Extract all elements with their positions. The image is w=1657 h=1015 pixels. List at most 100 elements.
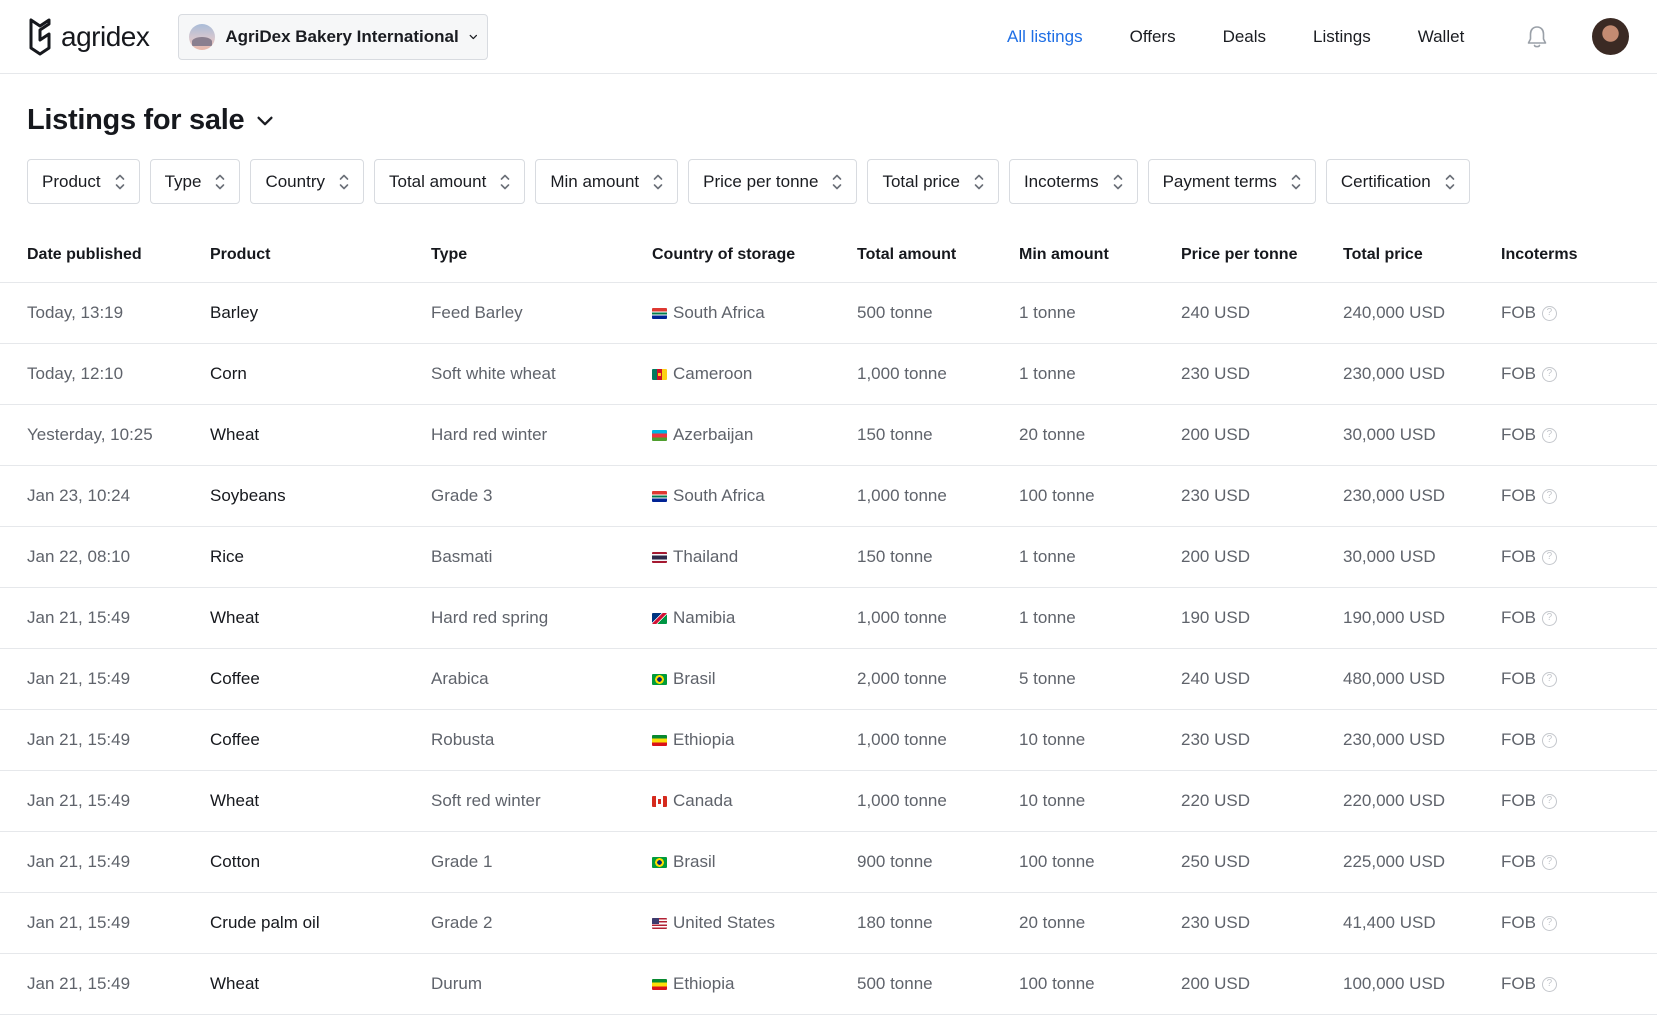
- column-header-product[interactable]: Product: [210, 246, 431, 264]
- sort-updown-icon: [1113, 174, 1122, 189]
- cell-total-amount: 1,000 tonne: [857, 730, 947, 749]
- cell-min-amount: 10 tonne: [1019, 791, 1086, 810]
- question-circle-icon[interactable]: ?: [1541, 366, 1557, 382]
- question-circle-icon[interactable]: ?: [1541, 671, 1557, 687]
- incoterm-value: FOB: [1501, 852, 1536, 871]
- incoterm-value: FOB: [1501, 913, 1536, 932]
- cell-product: Barley: [210, 303, 259, 322]
- filter-label: Product: [42, 171, 101, 191]
- flag-th-icon: [652, 551, 667, 563]
- cell-price-per-tonne: 190 USD: [1181, 608, 1250, 627]
- cell-price-per-tonne: 200 USD: [1181, 425, 1250, 444]
- cell-country: United States: [652, 913, 857, 933]
- filter-total-amount[interactable]: Total amount: [373, 159, 526, 204]
- brand-logo[interactable]: agridex: [27, 18, 150, 56]
- filter-product[interactable]: Product: [27, 159, 140, 204]
- table-row[interactable]: Yesterday, 10:25 Wheat Hard red winter Azer…: [0, 405, 1657, 466]
- cell-min-amount: 100 tonne: [1019, 486, 1095, 505]
- filter-type[interactable]: Type: [149, 159, 241, 204]
- table-row[interactable]: Jan 23, 10:24 Soybeans Grade 3 South Africa…: [0, 466, 1657, 527]
- question-circle-icon[interactable]: ?: [1541, 854, 1557, 870]
- cell-country: Ethiopia: [652, 730, 857, 750]
- nav-all-listings[interactable]: All listings: [1007, 27, 1083, 47]
- column-header-country-of-storage[interactable]: Country of storage: [652, 246, 857, 264]
- cell-product: Crude palm oil: [210, 913, 320, 932]
- flag-us-icon: [652, 917, 667, 929]
- page-title-row[interactable]: Listings for sale: [27, 104, 274, 137]
- filter-min-amount[interactable]: Min amount: [535, 159, 679, 204]
- cell-product: Rice: [210, 547, 245, 566]
- table-row[interactable]: Jan 21, 15:49 Wheat Soft red winter Canada 1…: [0, 771, 1657, 832]
- nav-offers[interactable]: Offers: [1130, 27, 1176, 47]
- question-circle-icon[interactable]: ?: [1541, 732, 1557, 748]
- cell-date: Jan 23, 10:24: [27, 486, 131, 505]
- cell-date: Jan 21, 15:49: [27, 730, 131, 749]
- table-row[interactable]: Jan 21, 15:49 Coffee Robusta Ethiopia 1,000 …: [0, 710, 1657, 771]
- column-header-incoterms[interactable]: Incoterms: [1501, 246, 1601, 264]
- incoterm-value: FOB: [1501, 486, 1536, 505]
- page-title: Listings for sale: [27, 104, 245, 136]
- cell-product: Wheat: [210, 608, 260, 627]
- table-row[interactable]: Jan 21, 15:49 Wheat Durum Ethiopia 500 tonne…: [0, 954, 1657, 1015]
- cell-total-amount: 1,000 tonne: [857, 608, 947, 627]
- chevron-down-icon: [257, 116, 273, 125]
- nav-deals[interactable]: Deals: [1223, 27, 1266, 47]
- question-circle-icon[interactable]: ?: [1541, 915, 1557, 931]
- cell-date: Jan 21, 15:49: [27, 791, 131, 810]
- table-row[interactable]: Jan 21, 15:49 Cotton Grade 1 Brasil 900 tonn…: [0, 832, 1657, 893]
- cell-min-amount: 1 tonne: [1019, 364, 1076, 383]
- cell-date: Jan 21, 15:49: [27, 608, 131, 627]
- cell-incoterms: FOB?: [1501, 791, 1601, 811]
- cell-country: South Africa: [652, 486, 857, 506]
- question-circle-icon[interactable]: ?: [1541, 427, 1557, 443]
- cell-type: Grade 2: [431, 913, 493, 932]
- main-nav: All listings Offers Deals Listings Wallet: [1007, 0, 1511, 74]
- question-circle-icon[interactable]: ?: [1541, 976, 1557, 992]
- question-circle-icon[interactable]: ?: [1541, 305, 1557, 321]
- cell-type: Basmati: [431, 547, 493, 566]
- sort-updown-icon: [216, 174, 225, 189]
- user-avatar[interactable]: [1592, 18, 1629, 55]
- filter-payment-terms[interactable]: Payment terms: [1147, 159, 1316, 204]
- nav-listings[interactable]: Listings: [1313, 27, 1371, 47]
- nav-wallet[interactable]: Wallet: [1418, 27, 1465, 47]
- table-row[interactable]: Today, 12:10 Corn Soft white wheat Cameroon…: [0, 344, 1657, 405]
- incoterm-value: FOB: [1501, 669, 1536, 688]
- cell-incoterms: FOB?: [1501, 974, 1601, 994]
- column-header-min-amount[interactable]: Min amount: [1019, 246, 1181, 264]
- cell-total-amount: 500 tonne: [857, 303, 933, 322]
- filter-certification[interactable]: Certification: [1325, 159, 1470, 204]
- column-header-type[interactable]: Type: [431, 246, 652, 264]
- question-circle-icon[interactable]: ?: [1541, 488, 1557, 504]
- filter-country[interactable]: Country: [250, 159, 364, 204]
- question-circle-icon[interactable]: ?: [1541, 549, 1557, 565]
- table-row[interactable]: Jan 21, 15:49 Coffee Arabica Brasil 2,000 to…: [0, 649, 1657, 710]
- column-header-date-published[interactable]: Date published: [0, 246, 210, 264]
- cell-date: Jan 21, 15:49: [27, 974, 131, 993]
- cell-country: Ethiopia: [652, 974, 857, 994]
- column-header-total-amount[interactable]: Total amount: [857, 246, 1019, 264]
- cell-type: Grade 1: [431, 852, 493, 871]
- column-header-total-price[interactable]: Total price: [1343, 246, 1501, 264]
- table-row[interactable]: Jan 21, 15:49 Wheat Hard red spring Namibia…: [0, 588, 1657, 649]
- filter-price-per-tonne[interactable]: Price per tonne: [688, 159, 858, 204]
- country-name: United States: [673, 913, 776, 932]
- column-header-price-per-tonne[interactable]: Price per tonne: [1181, 246, 1343, 264]
- cell-price-per-tonne: 240 USD: [1181, 303, 1250, 322]
- cell-country: South Africa: [652, 303, 857, 323]
- country-name: Brasil: [673, 852, 716, 871]
- cell-date: Today, 12:10: [27, 364, 124, 383]
- filter-total-price[interactable]: Total price: [867, 159, 999, 204]
- cell-price-per-tonne: 230 USD: [1181, 364, 1250, 383]
- cell-type: Arabica: [431, 669, 489, 688]
- question-circle-icon[interactable]: ?: [1541, 793, 1557, 809]
- table-row[interactable]: Jan 22, 08:10 Rice Basmati Thailand 150 tonn…: [0, 527, 1657, 588]
- table-row[interactable]: Today, 13:19 Barley Feed Barley South Afric…: [0, 283, 1657, 344]
- bell-icon[interactable]: [1524, 24, 1550, 50]
- filter-incoterms[interactable]: Incoterms: [1008, 159, 1138, 204]
- cell-type: Soft white wheat: [431, 364, 556, 383]
- table-row[interactable]: Jan 21, 15:49 Crude palm oil Grade 2 United…: [0, 893, 1657, 954]
- flag-az-icon: [652, 429, 667, 441]
- question-circle-icon[interactable]: ?: [1541, 610, 1557, 626]
- organization-selector[interactable]: AgriDex Bakery International: [178, 13, 489, 60]
